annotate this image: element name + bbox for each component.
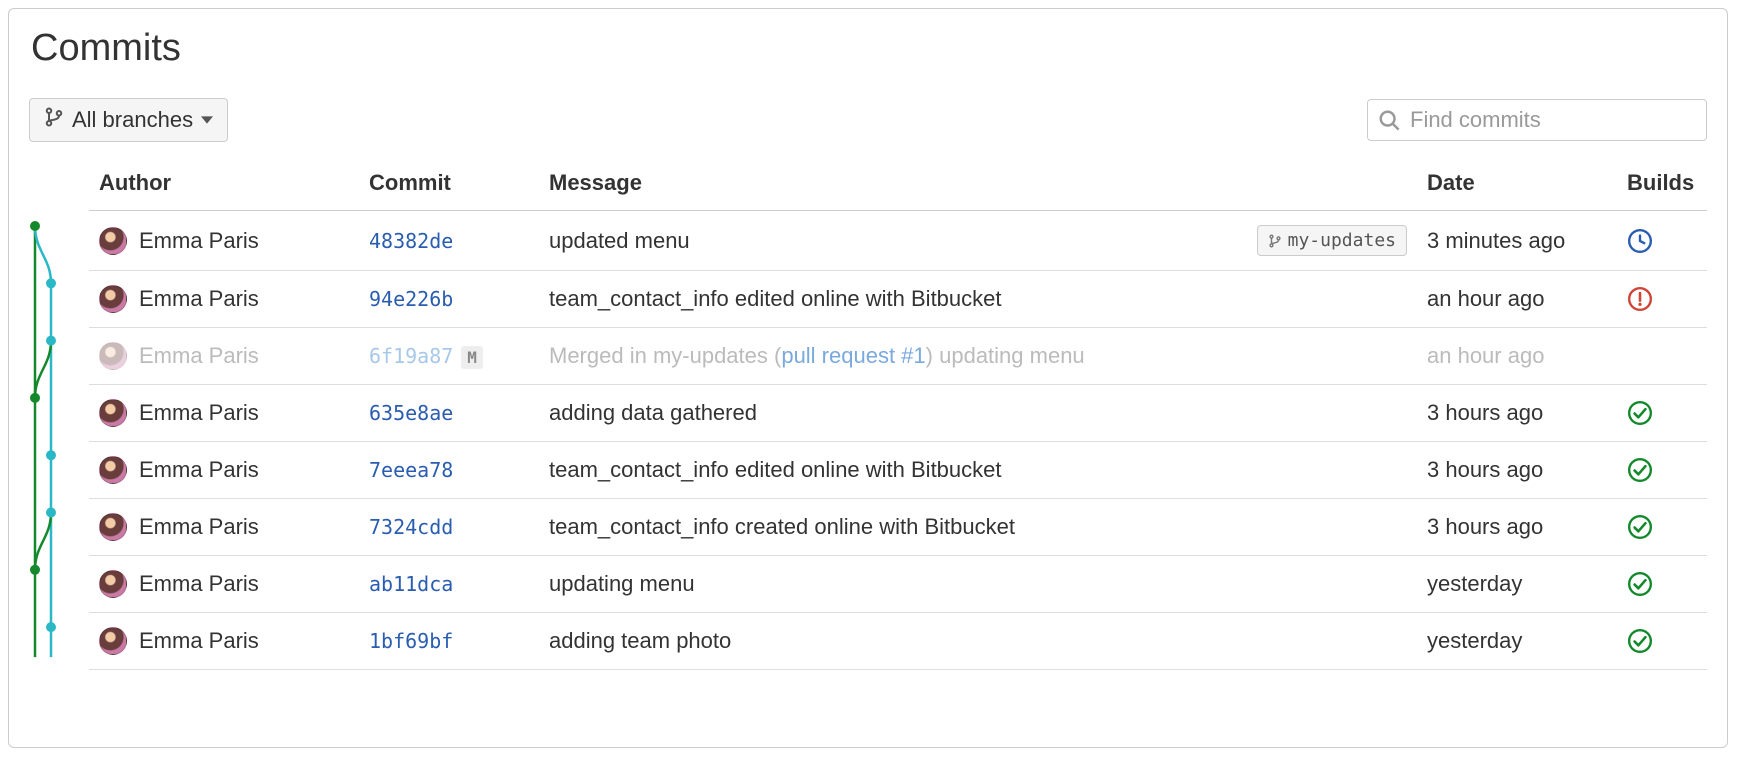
avatar[interactable] xyxy=(99,399,127,427)
author-name[interactable]: Emma Paris xyxy=(139,400,259,426)
branch-tag[interactable]: my-updates xyxy=(1257,225,1407,256)
commit-hash-link[interactable]: 6f19a87 xyxy=(369,344,453,368)
commit-message[interactable]: Merged in my-updates (pull request #1) u… xyxy=(549,343,1085,369)
avatar[interactable] xyxy=(99,227,127,255)
commit-date: an hour ago xyxy=(1417,271,1617,328)
col-header-commit: Commit xyxy=(359,162,539,211)
author-name[interactable]: Emma Paris xyxy=(139,343,259,369)
commit-date: an hour ago xyxy=(1417,328,1617,385)
commit-date: yesterday xyxy=(1417,613,1617,670)
branch-selector-dropdown[interactable]: All branches xyxy=(29,98,228,142)
table-row: Emma Paris 7324cdd team_contact_info creat… xyxy=(89,499,1707,556)
col-header-author: Author xyxy=(89,162,359,211)
commit-message[interactable]: team_contact_info created online with Bi… xyxy=(549,514,1015,540)
build-success-icon[interactable] xyxy=(1627,571,1653,597)
commit-hash-link[interactable]: 635e8ae xyxy=(369,401,453,425)
search-commits-wrap[interactable] xyxy=(1367,99,1707,141)
avatar[interactable] xyxy=(99,342,127,370)
commit-date: 3 hours ago xyxy=(1417,499,1617,556)
commit-message[interactable]: adding team photo xyxy=(549,628,731,654)
commits-table: Author Commit Message Date Builds Emma P… xyxy=(89,162,1707,670)
commit-message[interactable]: team_contact_info edited online with Bit… xyxy=(549,286,1002,312)
commit-message[interactable]: updating menu xyxy=(549,571,695,597)
author-name[interactable]: Emma Paris xyxy=(139,457,259,483)
avatar[interactable] xyxy=(99,513,127,541)
col-header-builds: Builds xyxy=(1617,162,1707,211)
avatar[interactable] xyxy=(99,456,127,484)
author-name[interactable]: Emma Paris xyxy=(139,571,259,597)
build-success-icon[interactable] xyxy=(1627,400,1653,426)
col-header-date: Date xyxy=(1417,162,1617,211)
build-success-icon[interactable] xyxy=(1627,457,1653,483)
build-pending-icon[interactable] xyxy=(1627,228,1653,254)
search-commits-input[interactable] xyxy=(1408,106,1696,134)
author-name[interactable]: Emma Paris xyxy=(139,514,259,540)
commit-hash-link[interactable]: 48382de xyxy=(369,229,453,253)
author-name[interactable]: Emma Paris xyxy=(139,228,259,254)
avatar[interactable] xyxy=(99,627,127,655)
author-name[interactable]: Emma Paris xyxy=(139,628,259,654)
commit-hash-link[interactable]: 7eeea78 xyxy=(369,458,453,482)
table-row: Emma Paris 1bf69bf adding team photo yester… xyxy=(89,613,1707,670)
page-title: Commits xyxy=(31,27,1707,70)
commit-date: 3 minutes ago xyxy=(1417,211,1617,271)
table-row: Emma Paris 6f19a87 M Merged in my-updates (… xyxy=(89,328,1707,385)
merge-badge: M xyxy=(461,346,483,369)
table-row: Emma Paris ab11dca updating menu yesterday xyxy=(89,556,1707,613)
commit-hash-link[interactable]: 1bf69bf xyxy=(369,629,453,653)
commit-date: 3 hours ago xyxy=(1417,385,1617,442)
avatar[interactable] xyxy=(99,285,127,313)
branch-tag-label: my-updates xyxy=(1288,230,1396,251)
commit-date: 3 hours ago xyxy=(1417,442,1617,499)
commit-hash-link[interactable]: ab11dca xyxy=(369,572,453,596)
table-row: Emma Paris 94e226b team_contact_info edite… xyxy=(89,271,1707,328)
build-failed-icon[interactable] xyxy=(1627,286,1653,312)
commit-date: yesterday xyxy=(1417,556,1617,613)
author-name[interactable]: Emma Paris xyxy=(139,286,259,312)
commit-hash-link[interactable]: 94e226b xyxy=(369,287,453,311)
build-success-icon[interactable] xyxy=(1627,514,1653,540)
search-icon xyxy=(1378,109,1400,131)
avatar[interactable] xyxy=(99,570,127,598)
chevron-down-icon xyxy=(201,114,213,126)
branch-selector-label: All branches xyxy=(72,107,193,133)
commit-hash-link[interactable]: 7324cdd xyxy=(369,515,453,539)
col-header-message: Message xyxy=(539,162,1417,211)
pull-request-link[interactable]: pull request #1 xyxy=(781,343,925,368)
commit-message[interactable]: adding data gathered xyxy=(549,400,757,426)
table-row: Emma Paris 635e8ae adding data gathered 3 h… xyxy=(89,385,1707,442)
branch-icon xyxy=(44,107,64,133)
build-success-icon[interactable] xyxy=(1627,628,1653,654)
table-row: Emma Paris 48382de updated menu my-updates 3… xyxy=(89,211,1707,271)
table-row: Emma Paris 7eeea78 team_contact_info edite… xyxy=(89,442,1707,499)
commit-message[interactable]: team_contact_info edited online with Bit… xyxy=(549,457,1002,483)
commit-message[interactable]: updated menu xyxy=(549,228,690,254)
